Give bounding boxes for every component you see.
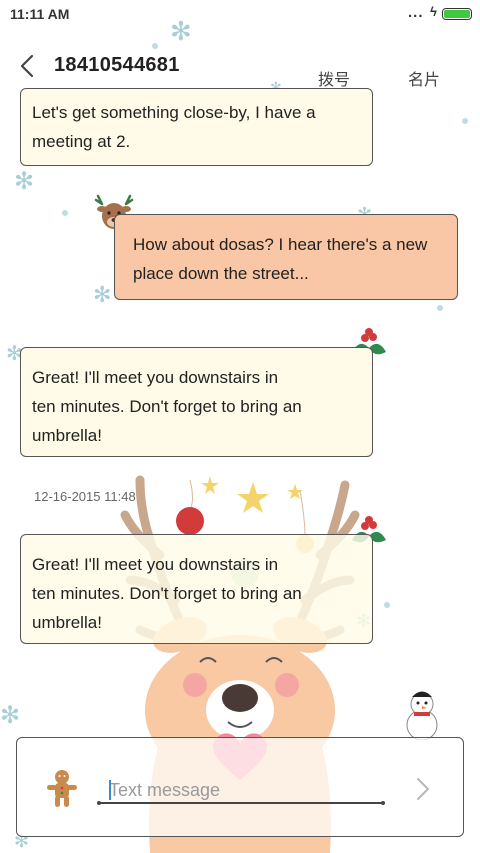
gingerbread-icon[interactable] — [45, 768, 79, 808]
message-line: umbrella! — [32, 426, 102, 445]
message-line: meeting at 2. — [32, 132, 131, 151]
message-line: Great! I'll meet you downstairs in — [32, 368, 279, 387]
input-underline — [97, 800, 385, 804]
message-line: umbrella! — [32, 613, 102, 632]
snowman-icon — [406, 691, 438, 740]
message-line: place down the street... — [133, 264, 309, 283]
message-line: Great! I'll meet you downstairs in — [32, 555, 279, 574]
message-bubble-incoming[interactable]: Great! I'll meet you downstairs in ten m… — [20, 534, 373, 644]
message-composer — [16, 737, 464, 837]
snowflake-icon: ✻ — [0, 702, 21, 729]
message-bubble-outgoing[interactable]: How about dosas? I hear there's a new pl… — [114, 214, 458, 300]
message-bubble-incoming[interactable]: Great! I'll meet you downstairs in ten m… — [20, 347, 373, 457]
chevron-right-icon[interactable] — [411, 774, 435, 804]
message-line: How about dosas? I hear there's a new — [133, 235, 428, 254]
snow-dot — [437, 305, 443, 311]
text-caret — [109, 780, 111, 800]
battery-icon — [442, 8, 472, 20]
snowflake-icon: ✻ — [93, 282, 112, 307]
status-time: 11:11 AM — [10, 6, 70, 22]
message-line: ten minutes. Don't forget to bring an — [32, 397, 302, 416]
snow-dot — [384, 602, 390, 608]
header-band — [0, 28, 480, 107]
snow-dot — [462, 118, 468, 124]
status-bar: 11:11 AM ... ϟ — [0, 0, 480, 28]
message-timestamp: 12-16-2015 11:48 — [34, 489, 136, 504]
message-line: ten minutes. Don't forget to bring an — [32, 584, 302, 603]
snow-dot — [62, 210, 68, 216]
overflow-dots-icon: ... — [408, 4, 424, 21]
snowflake-icon: ✻ — [14, 168, 35, 195]
charging-icon: ϟ — [430, 4, 437, 19]
message-input[interactable] — [109, 778, 379, 802]
